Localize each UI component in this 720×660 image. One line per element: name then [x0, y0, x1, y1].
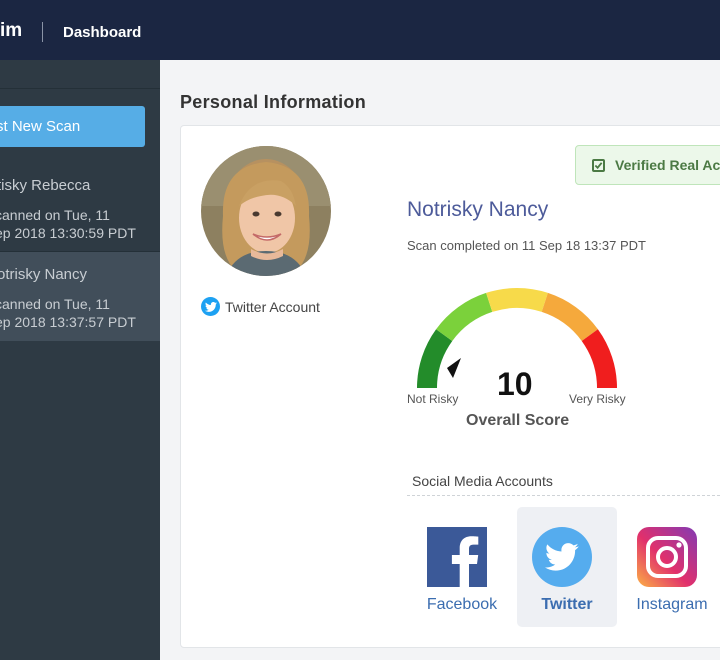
social-divider: [407, 495, 720, 496]
scan-item-date-line1: canned on Tue, 11: [0, 296, 110, 312]
account-type: Twitter Account: [201, 297, 320, 316]
twitter-icon: [532, 527, 592, 587]
scan-item-name: tisky Rebecca: [0, 177, 91, 194]
brand-separator: [42, 22, 43, 42]
scan-list-divider: [0, 251, 160, 252]
brand-logo[interactable]: im: [0, 20, 22, 42]
avatar: [201, 146, 331, 276]
scan-list-item[interactable]: tisky Rebecca canned on Tue, 11 ep 2018 …: [0, 163, 160, 252]
new-scan-button-label: st New Scan: [0, 118, 81, 135]
verified-badge: Verified Real Ac: [575, 145, 720, 185]
gauge-segment: [581, 329, 617, 388]
social-facebook[interactable]: Facebook: [412, 507, 512, 627]
top-navbar: im Dashboard: [0, 0, 720, 60]
check-icon: [592, 158, 605, 172]
scan-item-date-line1: canned on Tue, 11: [0, 207, 110, 223]
account-type-label: Twitter Account: [225, 298, 320, 315]
overall-score-value: 10: [497, 366, 533, 402]
scan-completed-text: Scan completed on 11 Sep 18 13:37 PDT: [407, 238, 646, 253]
social-accounts-heading: Social Media Accounts: [412, 473, 553, 489]
scan-item-date: canned on Tue, 11 ep 2018 13:37:57 PDT: [0, 295, 136, 331]
gauge-needle-icon: [447, 358, 461, 378]
social-twitter[interactable]: Twitter: [517, 507, 617, 627]
verified-label: Verified Real Ac: [615, 157, 720, 173]
social-instagram[interactable]: Instagram: [622, 507, 720, 627]
instagram-icon: [637, 527, 697, 587]
person-name: Notrisky Nancy: [407, 198, 549, 221]
sidebar: st New Scan tisky Rebecca canned on Tue,…: [0, 60, 160, 660]
scan-list-item-active[interactable]: otrisky Nancy canned on Tue, 11 ep 2018 …: [0, 252, 160, 341]
nav-dashboard-link[interactable]: Dashboard: [63, 24, 141, 41]
scan-item-date: canned on Tue, 11 ep 2018 13:30:59 PDT: [0, 206, 136, 242]
gauge-min-label: Not Risky: [407, 392, 459, 406]
new-scan-button[interactable]: st New Scan: [0, 106, 145, 147]
gauge-max-label: Very Risky: [569, 392, 626, 406]
gauge-segment: [541, 292, 598, 341]
gauge-segment: [417, 329, 453, 388]
facebook-icon: [427, 527, 487, 587]
twitter-badge-icon: [201, 297, 220, 316]
sidebar-divider: [0, 88, 160, 89]
scan-item-name: otrisky Nancy: [0, 266, 88, 283]
gauge-segment: [436, 292, 493, 341]
gauge-segment: [486, 288, 548, 312]
social-label: Instagram: [636, 596, 708, 613]
section-title: Personal Information: [180, 92, 367, 112]
scan-item-date-line2: ep 2018 13:30:59 PDT: [0, 225, 136, 241]
overall-score-label: Overall Score: [466, 412, 570, 429]
scan-item-date-line2: ep 2018 13:37:57 PDT: [0, 314, 136, 330]
social-label: Twitter: [541, 596, 593, 613]
social-label: Facebook: [426, 596, 498, 613]
